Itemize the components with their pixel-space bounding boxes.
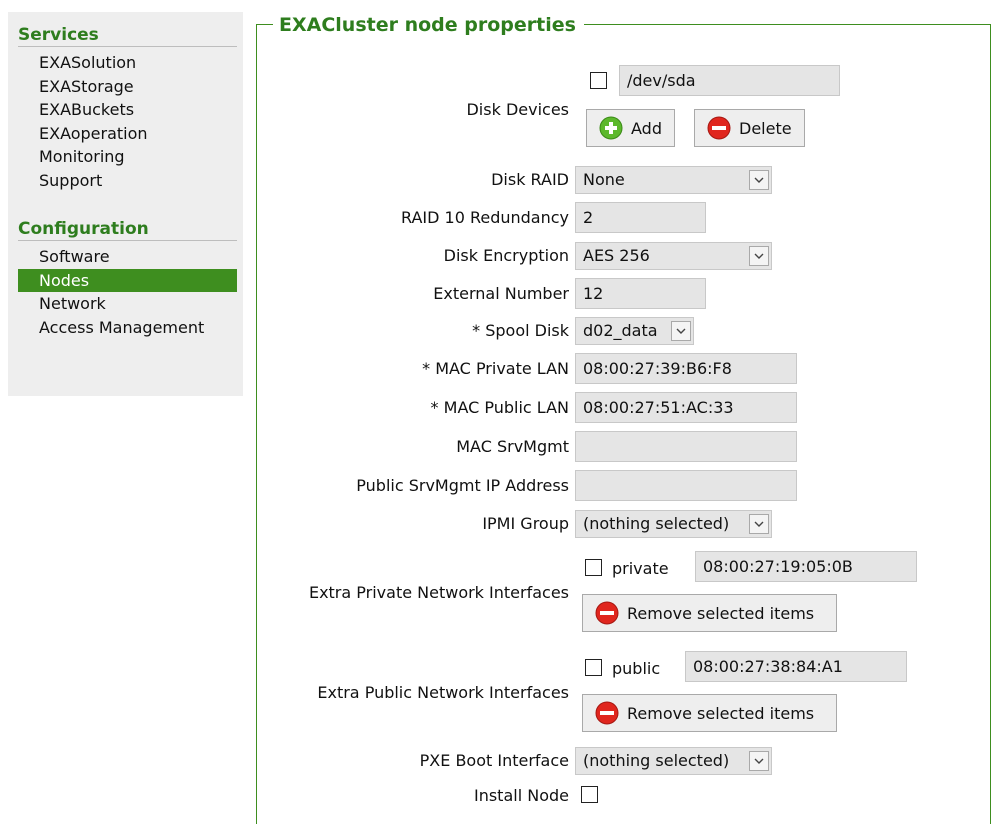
services-heading: Services: [18, 25, 237, 47]
sidebar-item-access-management[interactable]: Access Management: [18, 316, 237, 339]
disk-device-field[interactable]: /dev/sda: [619, 65, 840, 96]
mac-srvmgmt-label: MAC SrvMgmt: [456, 437, 569, 456]
chevron-down-icon: [749, 170, 769, 190]
add-icon: [599, 116, 623, 140]
sidebar: Services EXASolution EXAStorage EXABucke…: [8, 12, 243, 396]
disk-encryption-value: AES 256: [583, 246, 650, 265]
pxe-boot-interface-label: PXE Boot Interface: [419, 751, 569, 770]
disk-encryption-label: Disk Encryption: [443, 246, 569, 265]
disk-device-checkbox[interactable]: [590, 72, 607, 89]
sidebar-item-monitoring[interactable]: Monitoring: [18, 145, 237, 168]
sidebar-item-exaoperation[interactable]: EXAoperation: [18, 122, 237, 145]
external-number-field[interactable]: 12: [575, 278, 706, 309]
pxe-boot-interface-select[interactable]: (nothing selected): [575, 747, 772, 775]
mac-public-lan-label: * MAC Public LAN: [430, 398, 569, 417]
remove-icon: [595, 701, 619, 725]
install-node-checkbox[interactable]: [581, 786, 598, 803]
pxe-boot-interface-value: (nothing selected): [583, 751, 730, 770]
add-disk-button[interactable]: Add: [586, 109, 675, 147]
sidebar-item-exastorage[interactable]: EXAStorage: [18, 75, 237, 98]
remove-private-label: Remove selected items: [627, 603, 815, 623]
mac-public-lan-field[interactable]: 08:00:27:51:AC:33: [575, 392, 797, 423]
mac-private-lan-field[interactable]: 08:00:27:39:B6:F8: [575, 353, 797, 384]
private-interface-field[interactable]: 08:00:27:19:05:0B: [695, 551, 917, 582]
public-srvmgmt-ip-label: Public SrvMgmt IP Address: [356, 476, 569, 495]
mac-srvmgmt-field[interactable]: [575, 431, 797, 462]
disk-raid-select[interactable]: None: [575, 166, 772, 194]
raid10-redundancy-field[interactable]: 2: [575, 202, 706, 233]
delete-icon: [707, 116, 731, 140]
chevron-down-icon: [749, 514, 769, 534]
ipmi-group-value: (nothing selected): [583, 514, 730, 533]
sidebar-item-nodes[interactable]: Nodes: [18, 269, 237, 292]
mac-private-lan-label: * MAC Private LAN: [422, 359, 569, 378]
remove-public-items-button[interactable]: Remove selected items: [582, 694, 837, 732]
public-interface-field[interactable]: 08:00:27:38:84:A1: [685, 651, 907, 682]
sidebar-item-software[interactable]: Software: [18, 245, 237, 268]
add-button-label: Add: [631, 118, 662, 138]
external-number-label: External Number: [433, 284, 569, 303]
private-checkbox-label: private: [612, 559, 669, 578]
remove-private-items-button[interactable]: Remove selected items: [582, 594, 837, 632]
delete-disk-button[interactable]: Delete: [694, 109, 805, 147]
spool-disk-select[interactable]: d02_data: [575, 317, 694, 345]
sidebar-item-support[interactable]: Support: [18, 169, 237, 192]
raid10-redundancy-label: RAID 10 Redundancy: [400, 208, 569, 227]
spool-disk-label: * Spool Disk: [472, 321, 569, 340]
public-srvmgmt-ip-field[interactable]: [575, 470, 797, 501]
delete-button-label: Delete: [739, 118, 792, 138]
ipmi-group-select[interactable]: (nothing selected): [575, 510, 772, 538]
public-interface-checkbox[interactable]: [585, 659, 602, 676]
configuration-heading: Configuration: [18, 219, 237, 241]
extra-private-interfaces-label: Extra Private Network Interfaces: [308, 583, 569, 602]
public-checkbox-label: public: [612, 659, 661, 678]
remove-icon: [595, 601, 619, 625]
install-node-label: Install Node: [473, 786, 569, 805]
ipmi-group-label: IPMI Group: [482, 514, 569, 533]
sidebar-item-exasolution[interactable]: EXASolution: [18, 51, 237, 74]
spool-disk-value: d02_data: [583, 321, 658, 340]
remove-public-label: Remove selected items: [627, 703, 815, 723]
chevron-down-icon: [749, 246, 769, 266]
disk-encryption-select[interactable]: AES 256: [575, 242, 772, 270]
chevron-down-icon: [749, 751, 769, 771]
disk-raid-value: None: [583, 170, 625, 189]
panel-title: EXACluster node properties: [273, 12, 584, 38]
extra-public-interfaces-label: Extra Public Network Interfaces: [317, 683, 569, 702]
sidebar-item-exabuckets[interactable]: EXABuckets: [18, 98, 237, 121]
sidebar-item-network[interactable]: Network: [18, 292, 237, 315]
disk-raid-label: Disk RAID: [491, 170, 569, 189]
private-interface-checkbox[interactable]: [585, 559, 602, 576]
disk-devices-label: Disk Devices: [466, 100, 569, 119]
chevron-down-icon: [671, 321, 691, 341]
